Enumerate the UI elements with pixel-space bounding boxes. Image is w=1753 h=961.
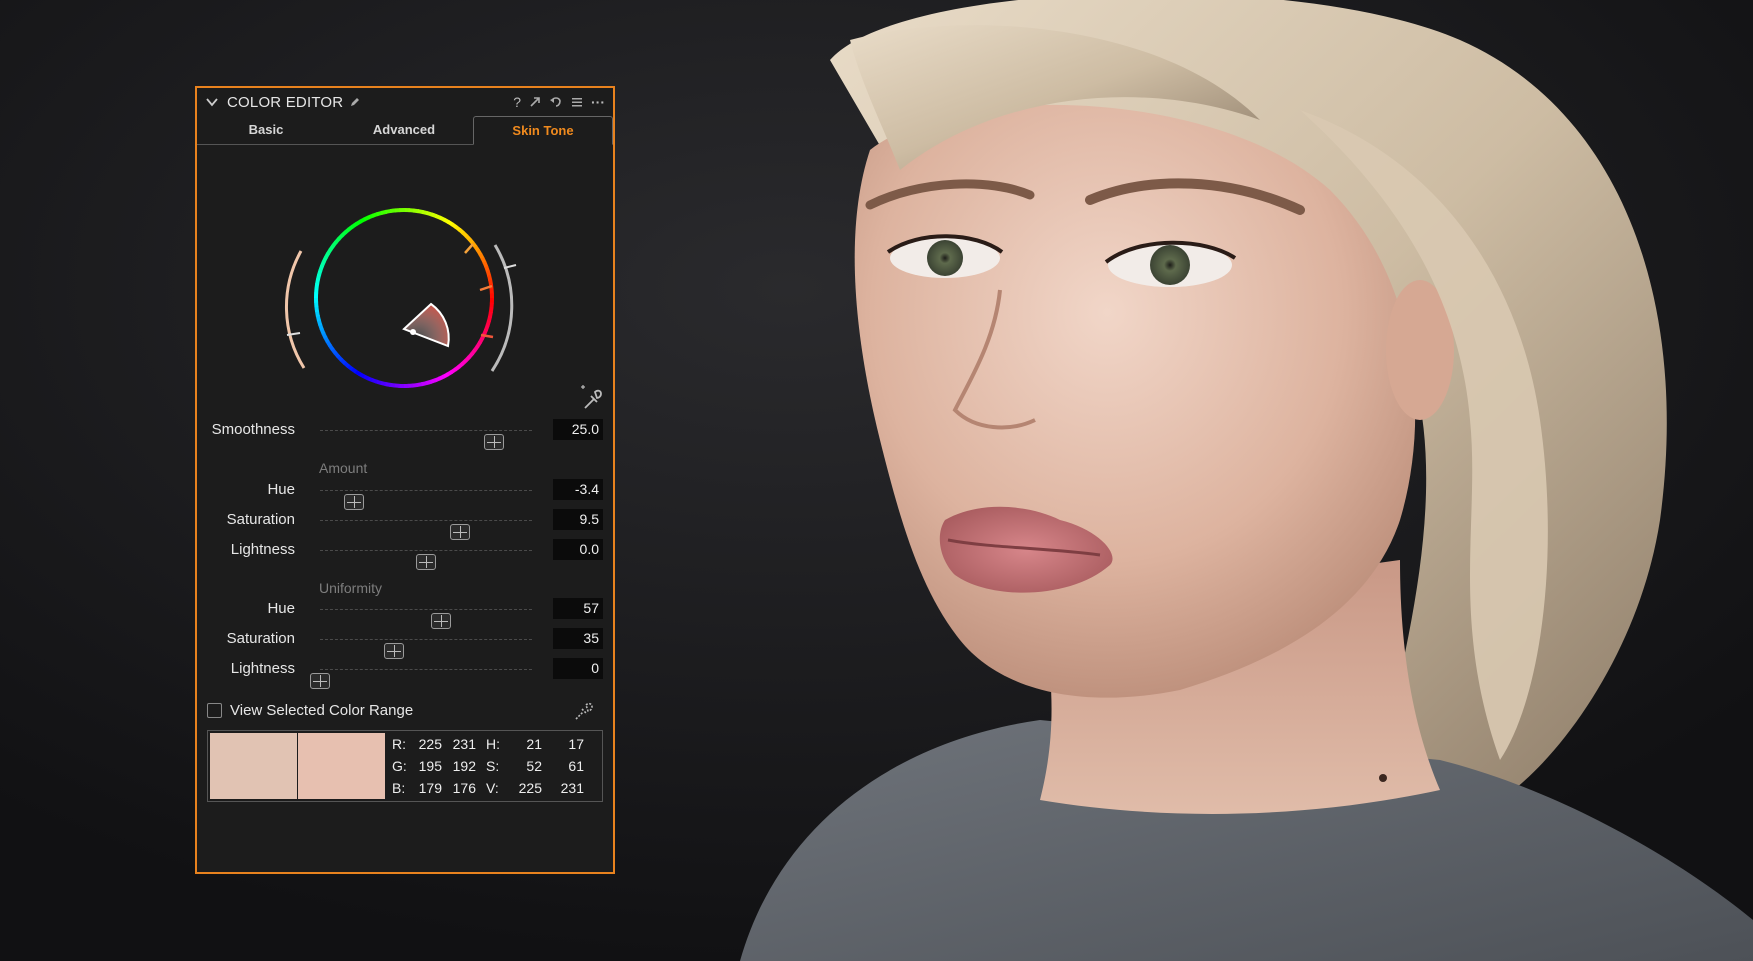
amount-section-label: Amount (319, 460, 368, 476)
smoothness-slider[interactable] (320, 430, 532, 450)
amount-saturation-value[interactable]: 9.5 (553, 509, 603, 530)
s-value-before: 52 (526, 758, 542, 774)
v-value-before: 225 (518, 780, 542, 796)
color-editor-panel: COLOR EDITOR ? ··· Basic Advanced Skin T… (195, 86, 615, 874)
left-range-arc[interactable] (285, 250, 306, 369)
view-range-checkbox[interactable] (207, 703, 222, 718)
uniformity-saturation-label: Saturation (226, 630, 295, 647)
more-icon[interactable]: ··· (591, 94, 605, 110)
uniformity-lightness-row: Lightness 0 (197, 657, 613, 689)
uniformity-hue-row: Hue 57 (197, 597, 613, 629)
amount-saturation-slider[interactable] (320, 520, 532, 540)
after-swatch (298, 733, 385, 799)
amount-hue-label: Hue (267, 481, 295, 498)
right-range-arc[interactable] (490, 244, 514, 372)
r-label: R: (392, 736, 406, 752)
amount-hue-slider[interactable] (320, 490, 532, 510)
panel-header: COLOR EDITOR ? ··· (197, 88, 613, 116)
skin-tone-sector[interactable] (402, 302, 450, 348)
g-value-after: 192 (452, 758, 476, 774)
h-label: H: (486, 736, 500, 752)
uniformity-lightness-thumb[interactable] (310, 673, 330, 689)
v-label: V: (486, 780, 499, 796)
v-value-after: 231 (560, 780, 584, 796)
r-value-before: 225 (418, 736, 442, 752)
r-value-after: 231 (452, 736, 476, 752)
expand-icon[interactable] (528, 95, 542, 109)
b-value-before: 179 (418, 780, 442, 796)
pencil-icon[interactable] (349, 96, 361, 108)
uniformity-lightness-value[interactable]: 0 (553, 658, 603, 679)
b-label: B: (392, 780, 406, 796)
tab-advanced[interactable]: Advanced (335, 116, 473, 144)
uniformity-lightness-label: Lightness (230, 660, 295, 677)
uniformity-saturation-value[interactable]: 35 (553, 628, 603, 649)
help-icon[interactable]: ? (513, 94, 521, 110)
amount-saturation-row: Saturation 9.5 (197, 508, 613, 540)
eyedropper-icon[interactable] (579, 384, 605, 412)
uniformity-saturation-slider[interactable] (320, 639, 532, 659)
view-range-option: View Selected Color Range (207, 702, 413, 719)
hue-ring[interactable] (314, 208, 494, 388)
tab-basic[interactable]: Basic (197, 116, 335, 144)
uniformity-lightness-slider[interactable] (310, 669, 532, 689)
smoothness-value[interactable]: 25.0 (553, 419, 603, 440)
chevron-down-icon[interactable] (205, 95, 219, 109)
s-label: S: (486, 758, 500, 774)
h-value-before: 21 (526, 736, 542, 752)
smoothness-label: Smoothness (211, 421, 295, 438)
view-range-label: View Selected Color Range (230, 702, 414, 719)
amount-saturation-label: Saturation (226, 511, 295, 528)
g-value-before: 195 (418, 758, 442, 774)
uniformity-hue-slider[interactable] (320, 609, 532, 629)
panel-tools: ? ··· (513, 94, 605, 110)
amount-hue-row: Hue -3.4 (197, 478, 613, 510)
amount-hue-value[interactable]: -3.4 (553, 479, 603, 500)
amount-lightness-label: Lightness (230, 541, 295, 558)
reset-icon[interactable] (549, 95, 563, 109)
range-picker-icon[interactable] (573, 699, 597, 721)
amount-lightness-slider[interactable] (320, 550, 532, 570)
color-sample-box: R: 225 231 H: 21 17 G: 195 192 S: 52 61 … (207, 730, 603, 802)
before-swatch (210, 733, 297, 799)
uniformity-section-label: Uniformity (319, 580, 383, 596)
tab-bar: Basic Advanced Skin Tone (197, 116, 613, 145)
uniformity-hue-label: Hue (267, 600, 295, 617)
smoothness-thumb[interactable] (483, 434, 504, 450)
uniformity-saturation-row: Saturation 35 (197, 627, 613, 659)
s-value-after: 61 (568, 758, 584, 774)
amount-lightness-thumb[interactable] (416, 554, 436, 570)
b-value-after: 176 (452, 780, 476, 796)
panel-title: COLOR EDITOR (227, 93, 344, 111)
uniformity-hue-value[interactable]: 57 (553, 598, 603, 619)
h-value-after: 17 (568, 736, 584, 752)
menu-icon[interactable] (570, 95, 584, 109)
g-label: G: (392, 758, 407, 774)
amount-lightness-row: Lightness 0.0 (197, 538, 613, 570)
amount-lightness-value[interactable]: 0.0 (553, 539, 603, 560)
smoothness-row: Smoothness 25.0 (197, 418, 613, 450)
color-wheel[interactable] (267, 183, 537, 413)
tab-skin-tone[interactable]: Skin Tone (473, 116, 613, 145)
